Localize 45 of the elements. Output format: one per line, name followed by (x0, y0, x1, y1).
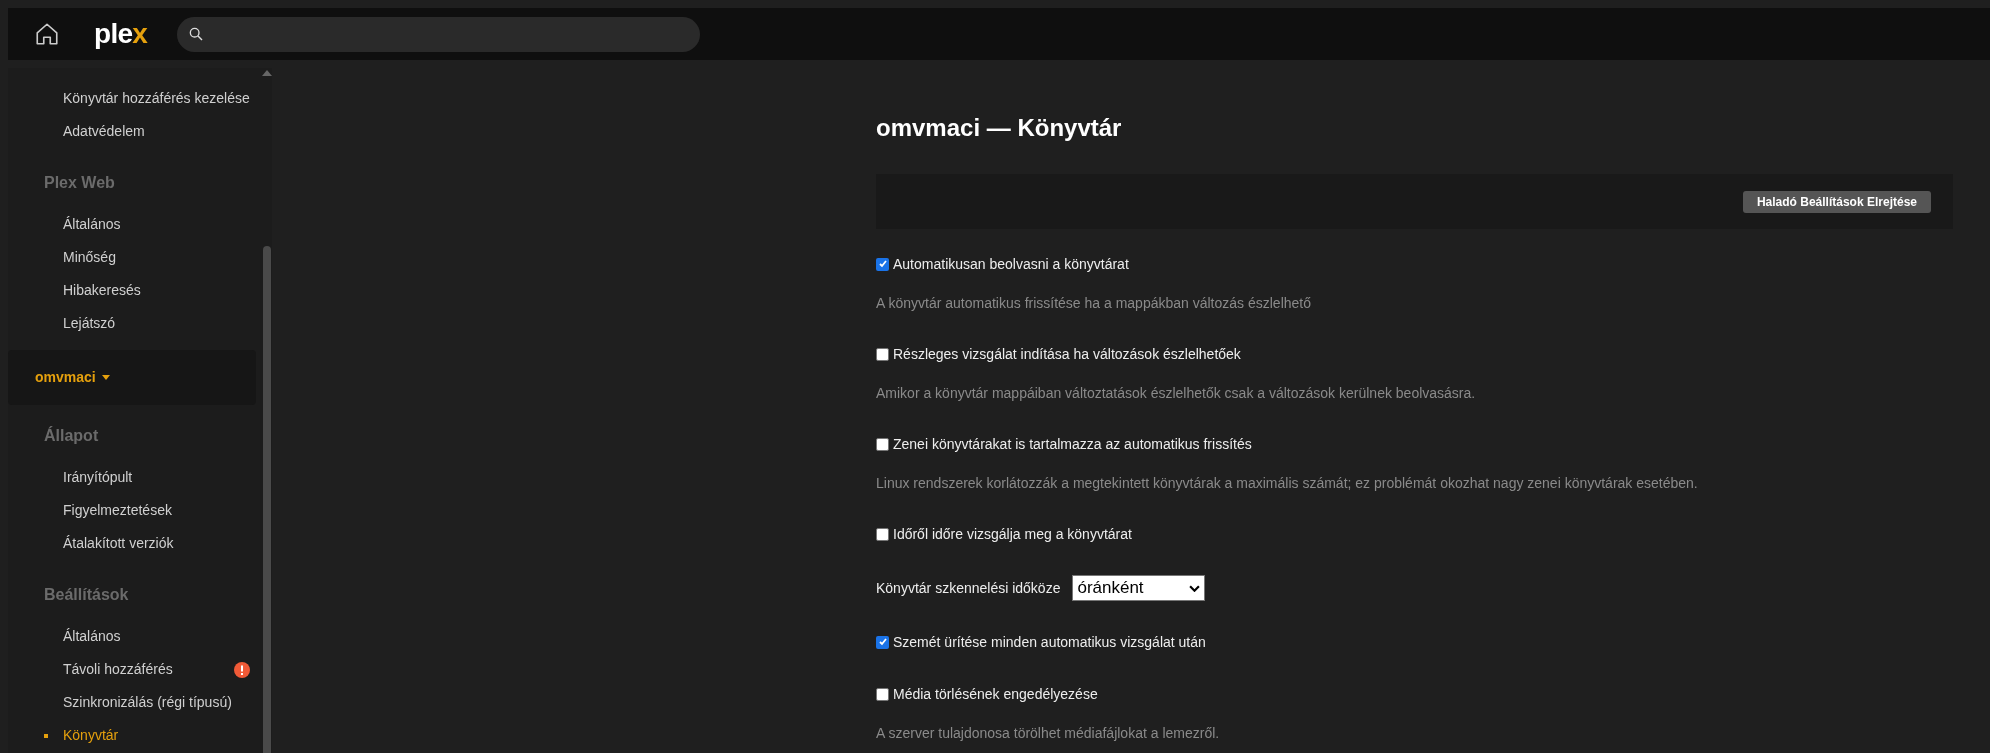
search-field[interactable] (177, 16, 701, 52)
sidebar-item[interactable]: Minőség (63, 247, 116, 268)
checkbox-label: Média törlésének engedélyezése (893, 684, 1098, 704)
checkbox-label: Automatikusan beolvasni a könyvtárat (893, 254, 1129, 274)
setting-description: A szerver tulajdonosa törölhet médiafájlokat a lemezről. (876, 725, 1220, 741)
sidebar-item[interactable]: Távoli hozzáférés (63, 659, 173, 680)
sidebar-item[interactable]: Figyelmeztetések (63, 500, 172, 521)
setting-description: Amikor a könyvtár mappáiban változtatások észlelhetők csak a változások kerülnek beolvasásra. (876, 385, 1476, 401)
checkbox[interactable] (876, 635, 889, 649)
sidebar-item[interactable]: Hibakeresés (63, 280, 141, 301)
checkbox[interactable] (876, 347, 889, 361)
section-heading: Plex Web (44, 173, 115, 193)
server-selector[interactable]: omvmaci (8, 350, 256, 405)
hide-advanced-button[interactable]: Haladó Beállítások Elrejtése (1742, 190, 1931, 213)
checkbox-label: Zenei könyvtárakat is tartalmazza az automatikus frissítés (893, 434, 1252, 454)
field-label: Könyvtár szkennelési időköze (876, 578, 1061, 598)
sidebar-item[interactable]: Lejátszó (63, 313, 116, 334)
checkbox-label: Időről időre vizsgálja meg a könyvtárat (893, 524, 1132, 544)
setting-description: A könyvtár automatikus frissítése ha a mappákban változás észlelhető (876, 295, 1311, 311)
setting-description: Linux rendszerek korlátozzák a megtekintett könyvtárak a maximális számát; ez problémát okozhat nagy zenei könyvtárak esetében. (876, 475, 1698, 491)
scroll-up-icon[interactable] (262, 70, 272, 76)
checkbox-label: Részleges vizsgálat indítása ha változások észlelhetőek (893, 344, 1241, 364)
checkbox[interactable] (876, 257, 889, 271)
sidebar-item[interactable]: Általános (63, 626, 121, 647)
checkbox[interactable] (876, 437, 889, 451)
caret-icon (101, 375, 110, 380)
sidebar-item[interactable]: Könyvtár (63, 725, 119, 746)
sidebar-item[interactable]: Átalakított verziók (63, 533, 174, 554)
chevron-down-icon (1189, 584, 1201, 592)
section-heading: Beállítások (44, 585, 129, 605)
checkbox-label: Szemét ürítése minden automatikus vizsgálat után (893, 632, 1206, 652)
search-icon (188, 26, 205, 42)
scrollbar-thumb[interactable] (263, 246, 271, 753)
sidebar-item[interactable]: Adatvédelem (63, 121, 145, 142)
plex-logo[interactable]: plex (94, 20, 148, 48)
home-icon[interactable] (34, 21, 60, 47)
checkbox[interactable] (876, 527, 889, 541)
interval-dropdown[interactable]: óránként (1072, 575, 1206, 601)
sidebar-item[interactable]: Szinkronizálás (régi típusú) (63, 692, 232, 713)
sidebar-item[interactable]: Könyvtár hozzáférés kezelése (63, 88, 250, 109)
sidebar-item[interactable]: Általános (63, 214, 121, 235)
sidebar-item[interactable]: Irányítópult (63, 467, 133, 488)
checkbox[interactable] (876, 687, 889, 701)
section-heading: Állapot (44, 425, 99, 446)
page-title: omvmaci — Könyvtár (876, 113, 1123, 142)
